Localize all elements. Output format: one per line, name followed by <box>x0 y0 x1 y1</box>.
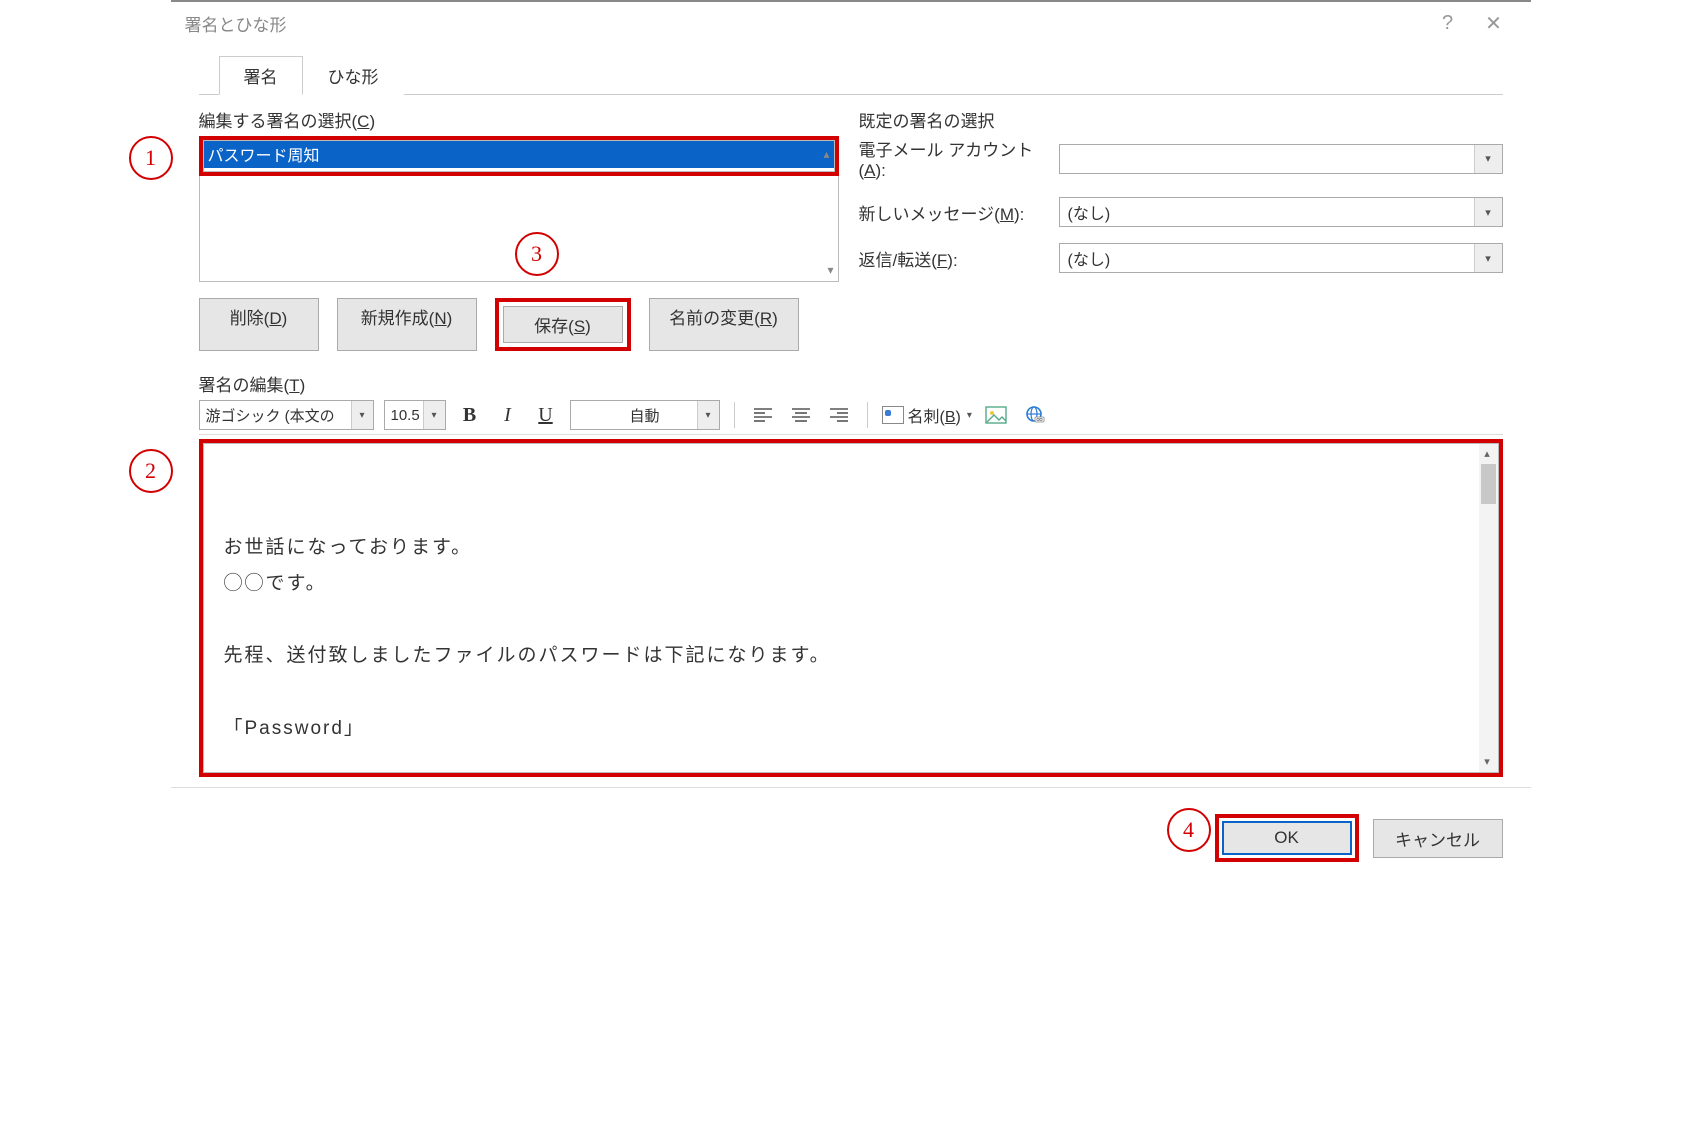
font-size-combo[interactable]: 10.5 ▾ <box>384 400 446 430</box>
reply-forward-label: 返信/転送(F): <box>859 246 1059 271</box>
business-card-icon <box>882 406 904 424</box>
select-signature-label: 編集する署名の選択(C) <box>199 107 839 132</box>
new-button[interactable]: 新規作成(N) <box>337 298 477 351</box>
help-button[interactable]: ? <box>1425 12 1471 35</box>
default-signature-label: 既定の署名の選択 <box>859 107 1503 132</box>
chevron-down-icon: ▾ <box>1474 244 1502 272</box>
email-account-label: 電子メール アカウント(A): <box>859 136 1059 181</box>
chevron-down-icon: ▾ <box>351 401 373 429</box>
signatures-dialog: 署名とひな形 ? ✕ 署名 ひな形 編集する署名の選択(C) 1 パスワード周知… <box>171 0 1531 876</box>
bold-button[interactable]: B <box>456 401 484 429</box>
signature-editor[interactable]: お世話になっております。 ◯◯です。 先程、送付致しましたファイルのパスワードは… <box>203 443 1499 773</box>
chevron-down-icon: ▾ <box>697 401 719 429</box>
chevron-down-icon: ▾ <box>423 401 445 429</box>
close-button[interactable]: ✕ <box>1471 11 1517 36</box>
new-message-label: 新しいメッセージ(M): <box>859 200 1059 225</box>
email-account-combo[interactable]: ▾ <box>1059 144 1503 174</box>
reply-forward-combo[interactable]: (なし) ▾ <box>1059 243 1503 273</box>
titlebar: 署名とひな形 ? ✕ <box>171 2 1531 44</box>
underline-button[interactable]: U <box>532 401 560 429</box>
save-button[interactable]: 保存(S) <box>503 306 623 343</box>
cancel-button[interactable]: キャンセル <box>1373 819 1503 858</box>
signature-list-item[interactable]: パスワード周知 <box>204 141 834 168</box>
dialog-title: 署名とひな形 <box>185 11 287 36</box>
chevron-down-icon: ▾ <box>1474 198 1502 226</box>
annotation-2: 2 <box>129 449 173 493</box>
editor-body: お世話になっております。 ◯◯です。 先程、送付致しましたファイルのパスワードは… <box>224 537 831 773</box>
insert-hyperlink-button[interactable] <box>1020 401 1048 429</box>
tab-row: 署名 ひな形 <box>199 44 1503 95</box>
align-right-button[interactable] <box>825 401 853 429</box>
align-left-button[interactable] <box>749 401 777 429</box>
tab-signature[interactable]: 署名 <box>219 56 303 95</box>
delete-button[interactable]: 削除(D) <box>199 298 319 351</box>
ok-button[interactable]: OK <box>1222 821 1352 855</box>
chevron-down-icon: ▾ <box>1474 145 1502 173</box>
business-card-button[interactable]: 名刺(B) ▾ <box>882 403 972 427</box>
annotation-4: 4 <box>1167 808 1211 852</box>
annotation-1: 1 <box>129 136 173 180</box>
font-combo[interactable]: 游ゴシック (本文の ▾ <box>199 400 374 430</box>
insert-picture-button[interactable] <box>982 401 1010 429</box>
tab-stationery[interactable]: ひな形 <box>303 56 404 95</box>
editor-toolbar: 游ゴシック (本文の ▾ 10.5 ▾ B I U 自動 ▾ <box>199 400 1503 435</box>
editor-scrollbar[interactable]: ▴ ▾ <box>1479 444 1498 772</box>
rename-button[interactable]: 名前の変更(R) <box>649 298 799 351</box>
italic-button[interactable]: I <box>494 401 522 429</box>
annotation-3: 3 <box>515 232 559 276</box>
new-message-combo[interactable]: (なし) ▾ <box>1059 197 1503 227</box>
align-center-button[interactable] <box>787 401 815 429</box>
edit-signature-label: 署名の編集(T) <box>199 371 1503 396</box>
font-color-combo[interactable]: 自動 ▾ <box>570 400 720 430</box>
